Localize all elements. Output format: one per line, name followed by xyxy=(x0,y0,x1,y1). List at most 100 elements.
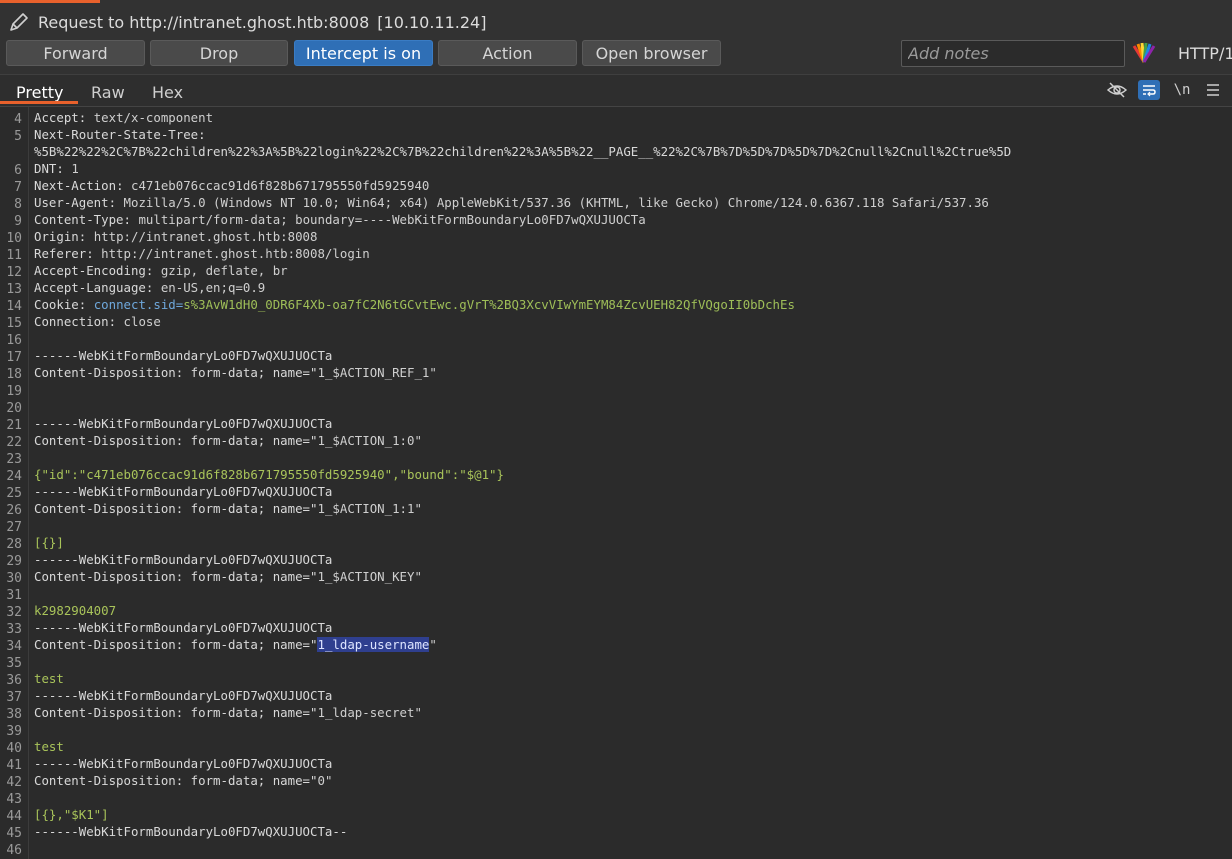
newline-label: \n xyxy=(1173,82,1191,98)
line-text: ------WebKitFormBoundaryLo0FD7wQXUJUOCTa xyxy=(34,415,332,432)
line-text: Content-Disposition: form-data; name="1_… xyxy=(34,636,437,653)
drop-button[interactable]: Drop xyxy=(150,40,288,66)
editor-line: 28[{}] xyxy=(0,534,1232,552)
action-button[interactable]: Action xyxy=(438,40,577,66)
editor-line: 43 xyxy=(0,789,1232,807)
line-text: Connection: close xyxy=(34,314,161,329)
line-text: Next-Router-State-Tree: xyxy=(34,127,214,142)
tab-hex[interactable]: Hex xyxy=(152,83,183,102)
editor-line: 29 ------WebKitFormBoundaryLo0FD7wQXUJUOC… xyxy=(0,551,1232,569)
hide-nonprintable-icon[interactable] xyxy=(1106,80,1128,100)
line-text: Origin: http://intranet.ghost.htb:8008 xyxy=(34,229,318,244)
selected-field-name: 1_ldap-username xyxy=(317,637,430,652)
line-text: DNT: 1 xyxy=(34,161,79,176)
editor-line: 4 Accept: text/x-component xyxy=(0,109,1232,127)
request-ip: [10.10.11.24] xyxy=(377,12,487,32)
active-tab-indicator xyxy=(0,0,100,3)
field-name: 0 xyxy=(317,773,325,788)
header-name: Cookie xyxy=(34,297,79,312)
editor-line: 32 k2982904007 xyxy=(0,602,1232,620)
tab-pretty[interactable]: Pretty xyxy=(16,83,63,102)
header-value: Mozilla/5.0 (Windows NT 10.0; Win64; x64… xyxy=(123,195,989,210)
content-disposition: Content-Disposition: form-data; name=" xyxy=(34,365,318,380)
line-text: Content-Disposition: form-data; name="1_… xyxy=(34,568,422,585)
part-body: [{}] xyxy=(34,535,64,550)
editor-line: 30 Content-Disposition: form-data; name="… xyxy=(0,568,1232,586)
closing-quote: " xyxy=(429,637,437,652)
header-value: gzip, deflate, br xyxy=(160,263,288,278)
header-name: Accept xyxy=(34,110,79,125)
line-text: [{}] xyxy=(34,534,64,551)
line-text: Next-Action: c471eb076ccac91d6f828b67179… xyxy=(34,178,430,193)
content-disposition: Content-Disposition: form-data; name=" xyxy=(34,705,318,720)
editor-line: 12 Accept-Encoding: gzip, deflate, br xyxy=(0,262,1232,280)
editor-line: 35 xyxy=(0,653,1232,671)
line-text: Referer: http://intranet.ghost.htb:8008/… xyxy=(34,246,370,261)
forward-button[interactable]: Forward xyxy=(6,40,145,66)
line-text: Content-Disposition: form-data; name="1_… xyxy=(34,500,422,517)
editor-line: 24 {"id":"c471eb076ccac91d6f828b671795550… xyxy=(0,466,1232,484)
editor-line: 41 ------WebKitFormBoundaryLo0FD7wQXUJUOC… xyxy=(0,755,1232,773)
line-text: ------WebKitFormBoundaryLo0FD7wQXUJUOCTa… xyxy=(34,823,347,840)
editor-line: 14 Cookie: connect.sid=s%3AvW1dH0_0DR6F4X… xyxy=(0,296,1232,314)
intercept-toggle-button[interactable]: Intercept is on xyxy=(294,40,433,66)
editor-line: 27 xyxy=(0,517,1232,535)
content-disposition: Content-Disposition: form-data; name=" xyxy=(34,773,318,788)
pencil-icon[interactable] xyxy=(8,11,30,33)
closing-quote: " xyxy=(414,705,422,720)
line-text: ------WebKitFormBoundaryLo0FD7wQXUJUOCTa xyxy=(34,551,332,568)
word-wrap-icon[interactable] xyxy=(1138,80,1160,100)
closing-quote: " xyxy=(429,365,437,380)
header-name: Connection xyxy=(34,314,109,329)
show-newlines-button[interactable]: \n xyxy=(1172,80,1192,100)
header-name: DNT xyxy=(34,161,57,176)
header-value: multipart/form-data; boundary=----WebKit… xyxy=(138,212,646,227)
header-value: close xyxy=(123,314,161,329)
cookie-name: connect.sid xyxy=(93,297,176,312)
menu-icon[interactable] xyxy=(1204,80,1222,100)
editor-line: 7 Next-Action: c471eb076ccac91d6f828b6717… xyxy=(0,177,1232,195)
editor-line: %5B%22%22%2C%7B%22children%22%3A%5B%22lo… xyxy=(0,143,1232,160)
highlight-color-icon[interactable] xyxy=(1130,40,1158,66)
editor-line: 44 [{},"$K1"] xyxy=(0,806,1232,824)
editor-line: 33 ------WebKitFormBoundaryLo0FD7wQXUJUOC… xyxy=(0,619,1232,637)
closing-quote: " xyxy=(414,433,422,448)
line-text: User-Agent: Mozilla/5.0 (Windows NT 10.0… xyxy=(34,195,989,210)
notes-input[interactable] xyxy=(901,40,1125,67)
editor-line: 6 DNT: 1 xyxy=(0,160,1232,178)
protocol-label[interactable]: HTTP/1 xyxy=(1178,44,1232,63)
field-name: 1_$ACTION_1:0 xyxy=(317,433,415,448)
line-text: ------WebKitFormBoundaryLo0FD7wQXUJUOCTa xyxy=(34,755,332,772)
editor-line: 8 User-Agent: Mozilla/5.0 (Windows NT 10.… xyxy=(0,194,1232,212)
editor-line: 26 Content-Disposition: form-data; name="… xyxy=(0,500,1232,518)
header-value: http://intranet.ghost.htb:8008/login xyxy=(101,246,370,261)
part-body: test xyxy=(34,671,64,686)
closing-quote: " xyxy=(414,569,422,584)
header-value: http://intranet.ghost.htb:8008 xyxy=(93,229,318,244)
part-body: [{},"$K1"] xyxy=(34,807,109,822)
editor-line: 46 xyxy=(0,840,1232,858)
line-text: Accept-Language: en-US,en;q=0.9 xyxy=(34,280,266,295)
raw-text: ------WebKitFormBoundaryLo0FD7wQXUJUOCTa xyxy=(34,620,333,635)
cookie-value: s%3AvW1dH0_0DR6F4Xb-oa7fC2N6tGCvtEwc.gVr… xyxy=(183,297,795,312)
open-browser-button[interactable]: Open browser xyxy=(582,40,721,66)
raw-text: %5B%22%22%2C%7B%22children%22%3A%5B%22lo… xyxy=(34,144,1012,159)
header-name: Content-Type xyxy=(34,212,124,227)
editor-line: 13 Accept-Language: en-US,en;q=0.9 xyxy=(0,279,1232,297)
line-text: Accept: text/x-component xyxy=(34,110,214,125)
field-name: 1_$ACTION_KEY xyxy=(317,569,415,584)
raw-text: ------WebKitFormBoundaryLo0FD7wQXUJUOCTa xyxy=(34,756,333,771)
editor-line: 11 Referer: http://intranet.ghost.htb:800… xyxy=(0,245,1232,263)
editor-line: 15 Connection: close xyxy=(0,313,1232,331)
part-body: test xyxy=(34,739,64,754)
editor-line: 19 xyxy=(0,381,1232,399)
intercept-toolbar: Request to http://intranet.ghost.htb:800… xyxy=(0,0,1232,74)
editor-line: 42 Content-Disposition: form-data; name="… xyxy=(0,772,1232,790)
line-text: Content-Disposition: form-data; name="0" xyxy=(34,772,332,789)
tab-raw[interactable]: Raw xyxy=(91,83,125,102)
view-tabs: Pretty Raw Hex xyxy=(0,75,1232,107)
line-number: 46 xyxy=(6,843,22,858)
editor-line: 5 Next-Router-State-Tree: xyxy=(0,126,1232,144)
line-text: ------WebKitFormBoundaryLo0FD7wQXUJUOCTa xyxy=(34,687,332,704)
editor-line: 45 ------WebKitFormBoundaryLo0FD7wQXUJUOC… xyxy=(0,823,1232,841)
